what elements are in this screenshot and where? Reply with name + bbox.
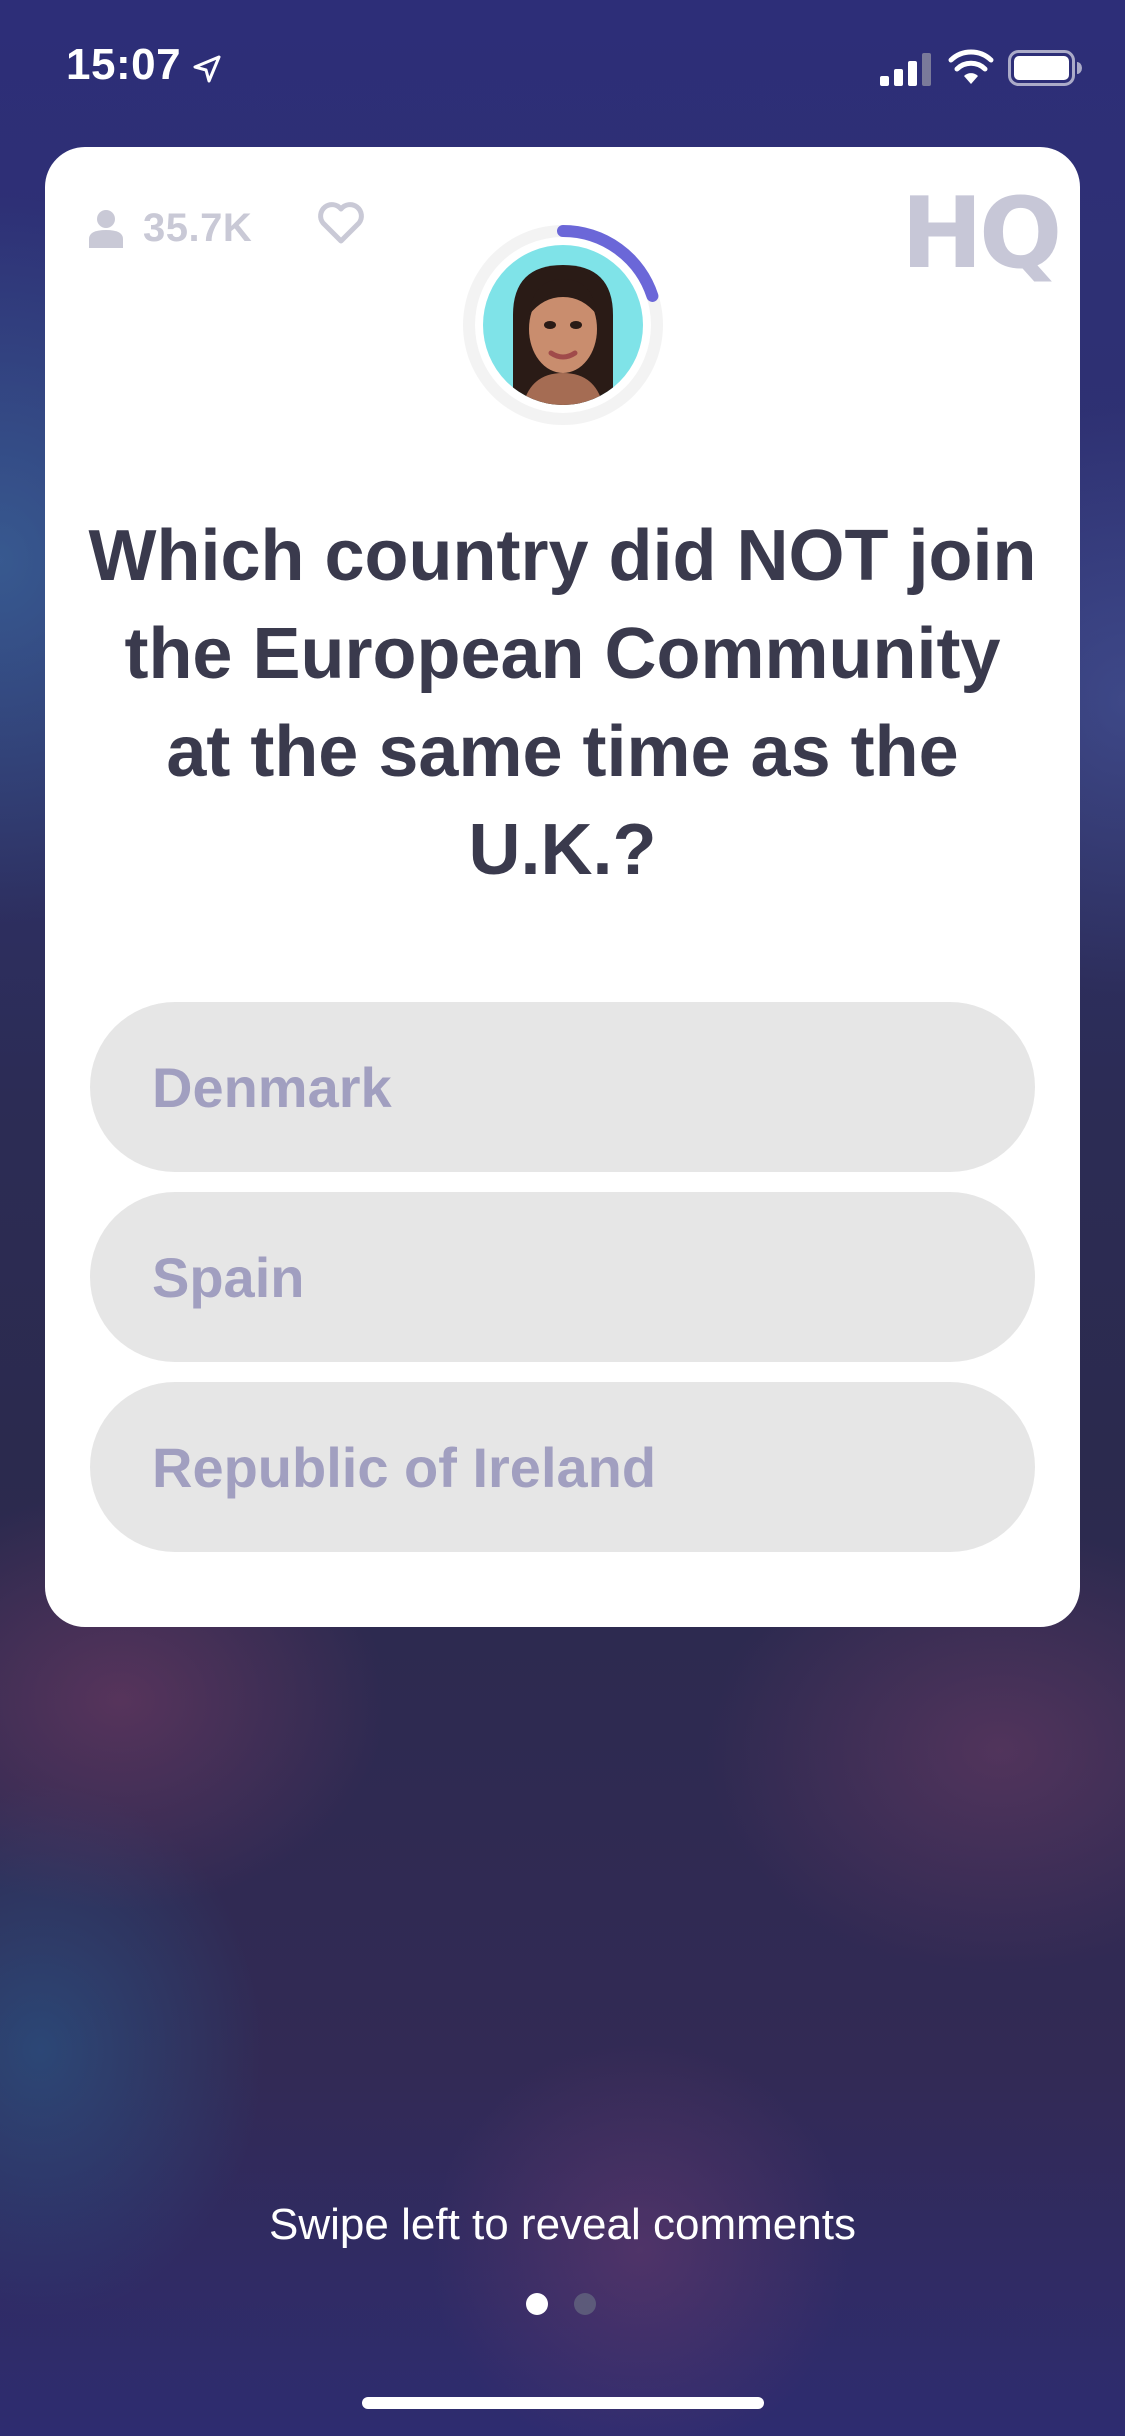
question-card: 35.7K HQ Which country did NOT join the … [45,147,1080,1627]
page-dot-inactive[interactable] [574,2293,596,2315]
page-dot-active[interactable] [526,2293,548,2315]
battery-icon [1008,50,1082,86]
status-time: 15:07 [66,40,182,89]
question-text: Which country did NOT join the European … [88,516,1037,890]
page-indicator[interactable] [526,2293,596,2315]
answer-option-2[interactable]: Spain [90,1192,1035,1362]
cellular-signal-icon [880,53,931,86]
countdown-timer [455,217,671,433]
viewer-count: 35.7K [143,205,253,250]
answer-option-3[interactable]: Republic of Ireland [90,1382,1035,1552]
home-indicator[interactable] [362,2397,764,2409]
hq-logo: HQ [901,177,1062,291]
host-avatar [483,245,643,405]
swipe-hint: Swipe left to reveal comments [269,2200,856,2249]
viewer-counter: 35.7K [89,203,252,253]
status-bar: 15:07 [0,0,1125,140]
user-icon [89,210,123,248]
answer-list: Denmark Spain Republic of Ireland [90,1002,1035,1572]
heart-icon[interactable] [317,201,365,245]
location-arrow-icon [193,55,221,83]
answer-option-1[interactable]: Denmark [90,1002,1035,1172]
wifi-icon [948,49,994,84]
